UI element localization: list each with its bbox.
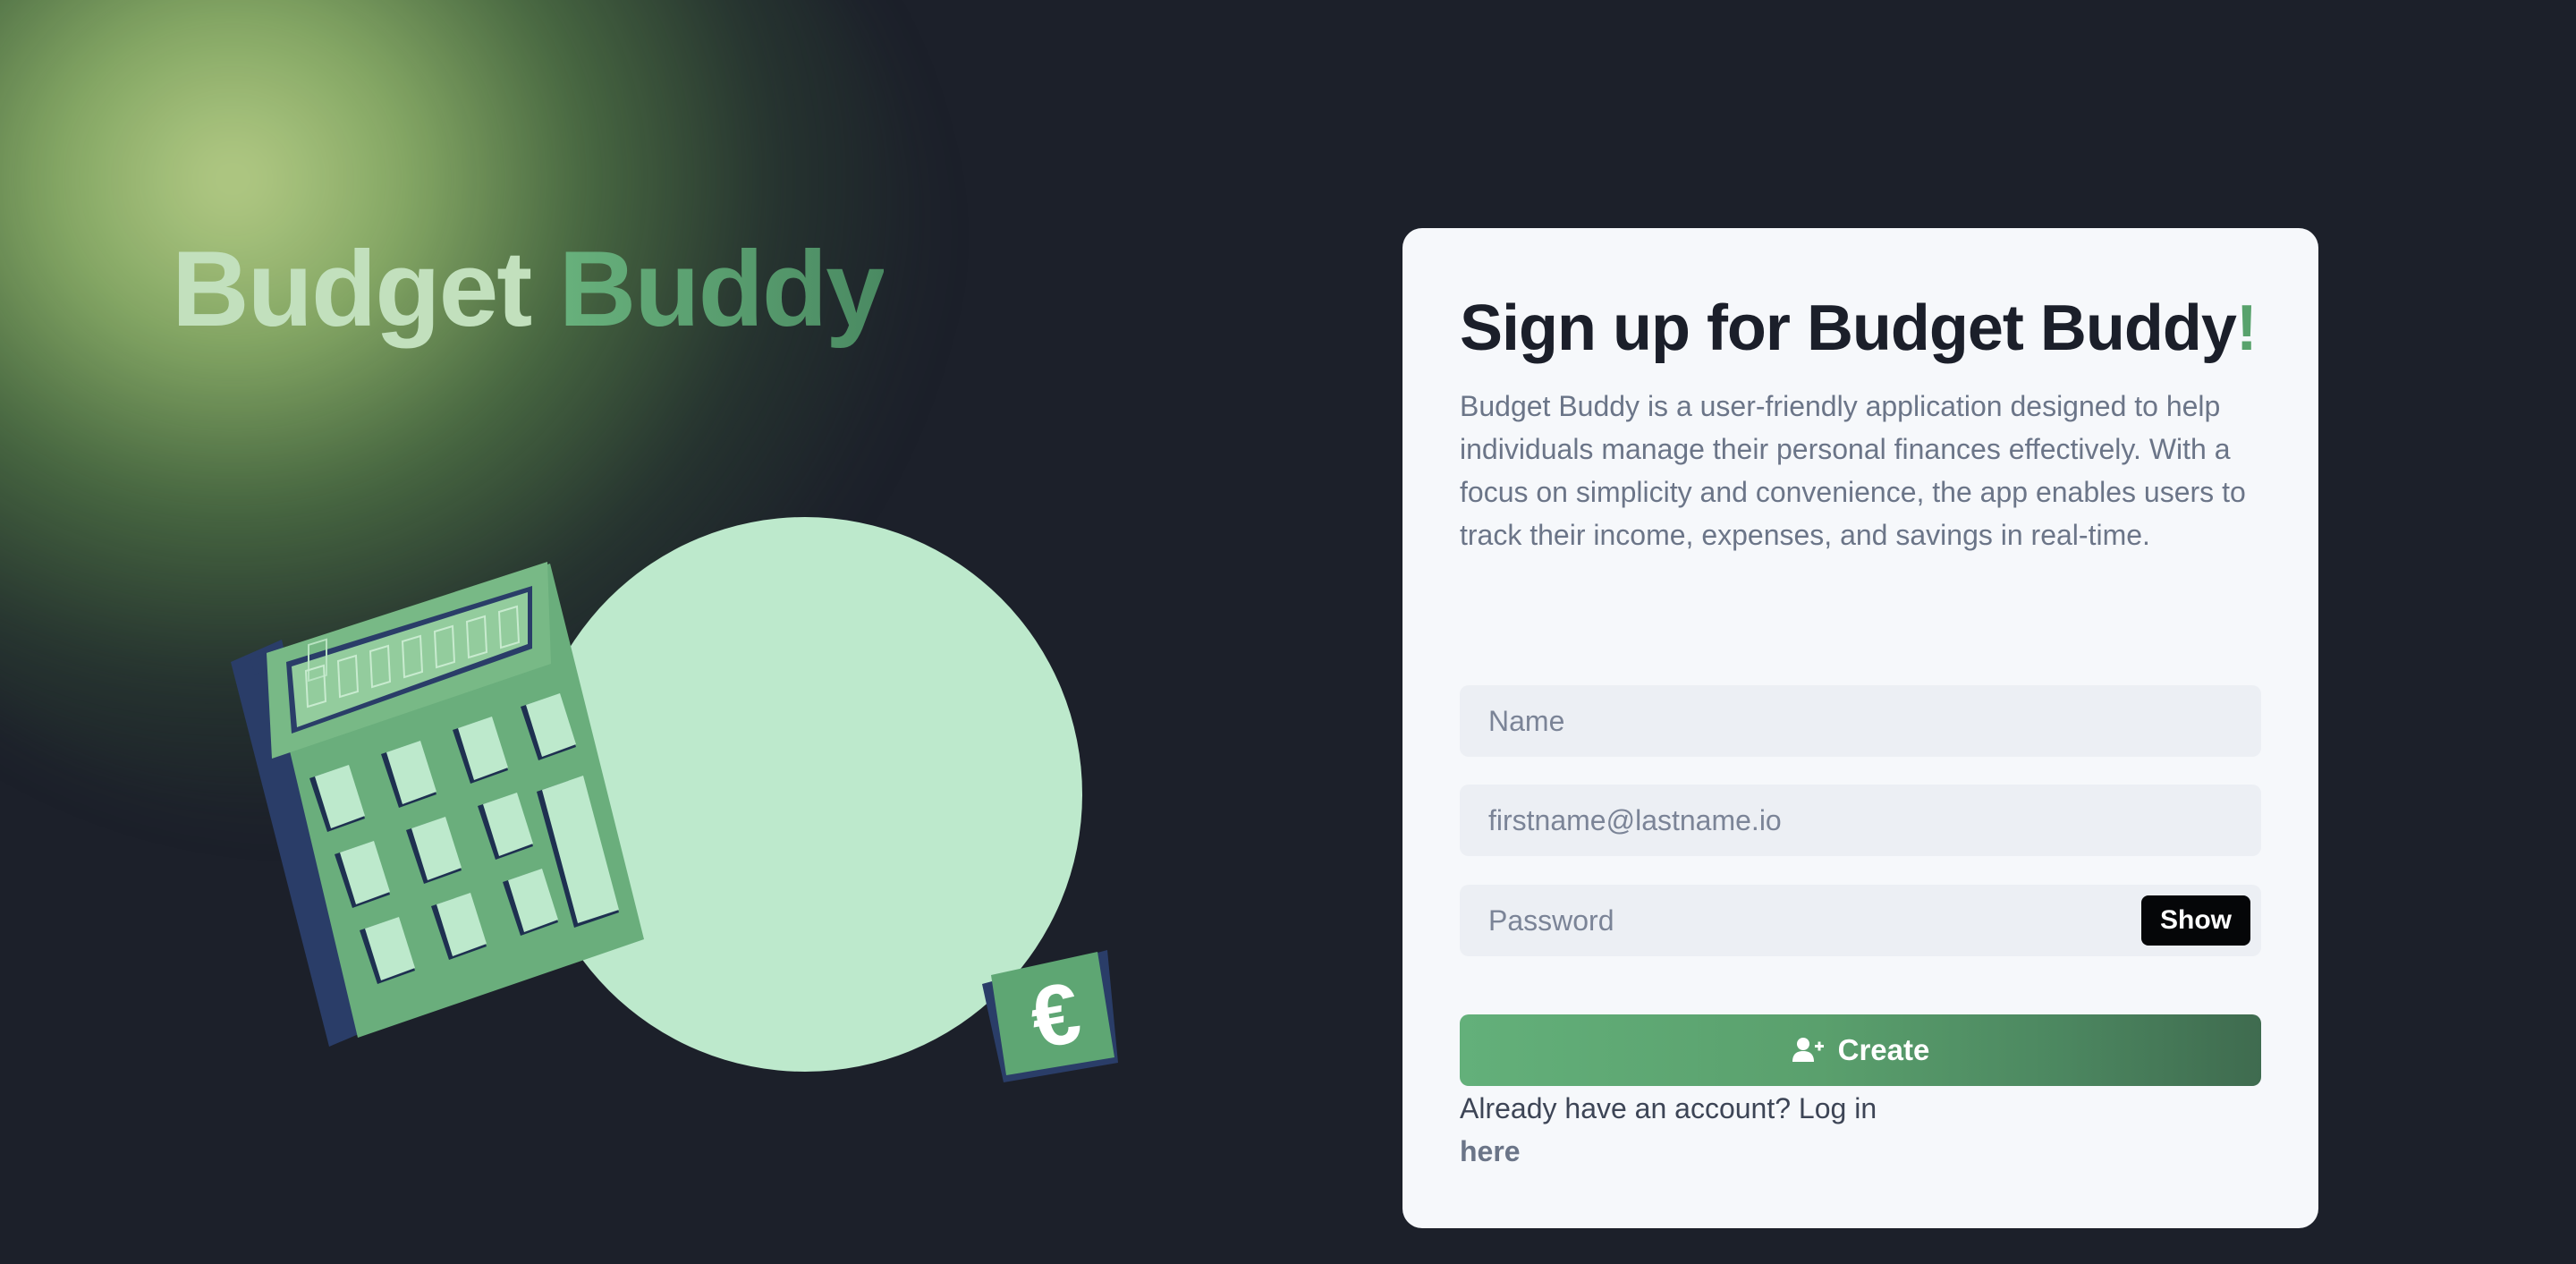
create-account-button[interactable]: Create bbox=[1460, 1014, 2261, 1086]
brand-word-budget: Budget bbox=[172, 229, 532, 349]
brand-word-buddy: Buddy bbox=[558, 229, 886, 349]
name-input[interactable] bbox=[1460, 685, 2261, 757]
email-input[interactable] bbox=[1460, 785, 2261, 856]
finance-illustration: € bbox=[231, 517, 1118, 1082]
login-prompt: Already have an account? Log in here bbox=[1460, 1087, 1925, 1173]
brand-logo: Budget Buddy bbox=[172, 222, 886, 356]
show-password-button[interactable]: Show bbox=[2141, 895, 2250, 946]
app-description: Budget Buddy is a user-friendly applicat… bbox=[1460, 390, 2246, 551]
create-button-label: Create bbox=[1837, 1033, 1930, 1066]
signup-card: Sign up for Budget Buddy! Budget Buddy i… bbox=[1402, 228, 2318, 1228]
login-link[interactable]: here bbox=[1460, 1135, 1521, 1167]
signup-title: Sign up for Budget Buddy! bbox=[1460, 284, 2258, 373]
user-plus-icon bbox=[1792, 1038, 1824, 1062]
signup-title-text: Sign up for Budget Buddy bbox=[1460, 293, 2237, 364]
login-prompt-text: Already have an account? Log in bbox=[1460, 1092, 1877, 1124]
signup-title-accent: ! bbox=[2235, 293, 2258, 364]
signup-page: Budget Buddy € Sign up for Budget Buddy!… bbox=[0, 0, 2576, 1264]
